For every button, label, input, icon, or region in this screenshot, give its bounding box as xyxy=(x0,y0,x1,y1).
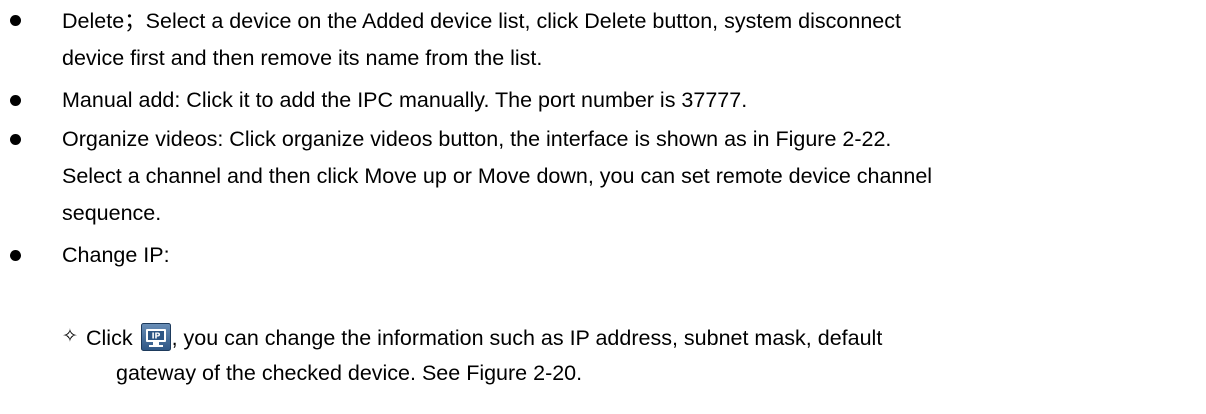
sub-bullet-prefix: Click xyxy=(86,326,133,350)
bullet-line: Organize videos: Click organize videos b… xyxy=(62,127,892,151)
ip-icon-label: IP xyxy=(151,332,160,341)
bullet-line: sequence. xyxy=(62,201,162,225)
document-page: Delete；Select a device on the Added devi… xyxy=(0,0,1206,414)
sub-bullet-marker-icon: ✧ xyxy=(62,325,78,347)
bullet-dot-icon xyxy=(10,15,21,26)
bullet-dot-icon xyxy=(10,250,21,261)
sub-bullet-line1-text: , you can change the information such as… xyxy=(171,326,883,350)
bullet-dot-icon xyxy=(10,134,21,145)
bullet-line: device first and then remove its name fr… xyxy=(62,46,543,70)
bullet-line: Select a channel and then click Move up … xyxy=(62,164,933,188)
bullet-dot-icon xyxy=(10,95,21,106)
bullet-line: Manual add: Click it to add the IPC manu… xyxy=(62,88,748,112)
change-ip-icon[interactable]: IP xyxy=(140,323,171,351)
bullet-line: Delete；Select a device on the Added devi… xyxy=(62,9,901,33)
sub-bullet-line-2: gateway of the checked device. See Figur… xyxy=(116,361,583,385)
bullet-line: Change IP: xyxy=(62,243,170,267)
sub-bullet-line-1: Click IP , you can change the informatio… xyxy=(86,323,883,351)
